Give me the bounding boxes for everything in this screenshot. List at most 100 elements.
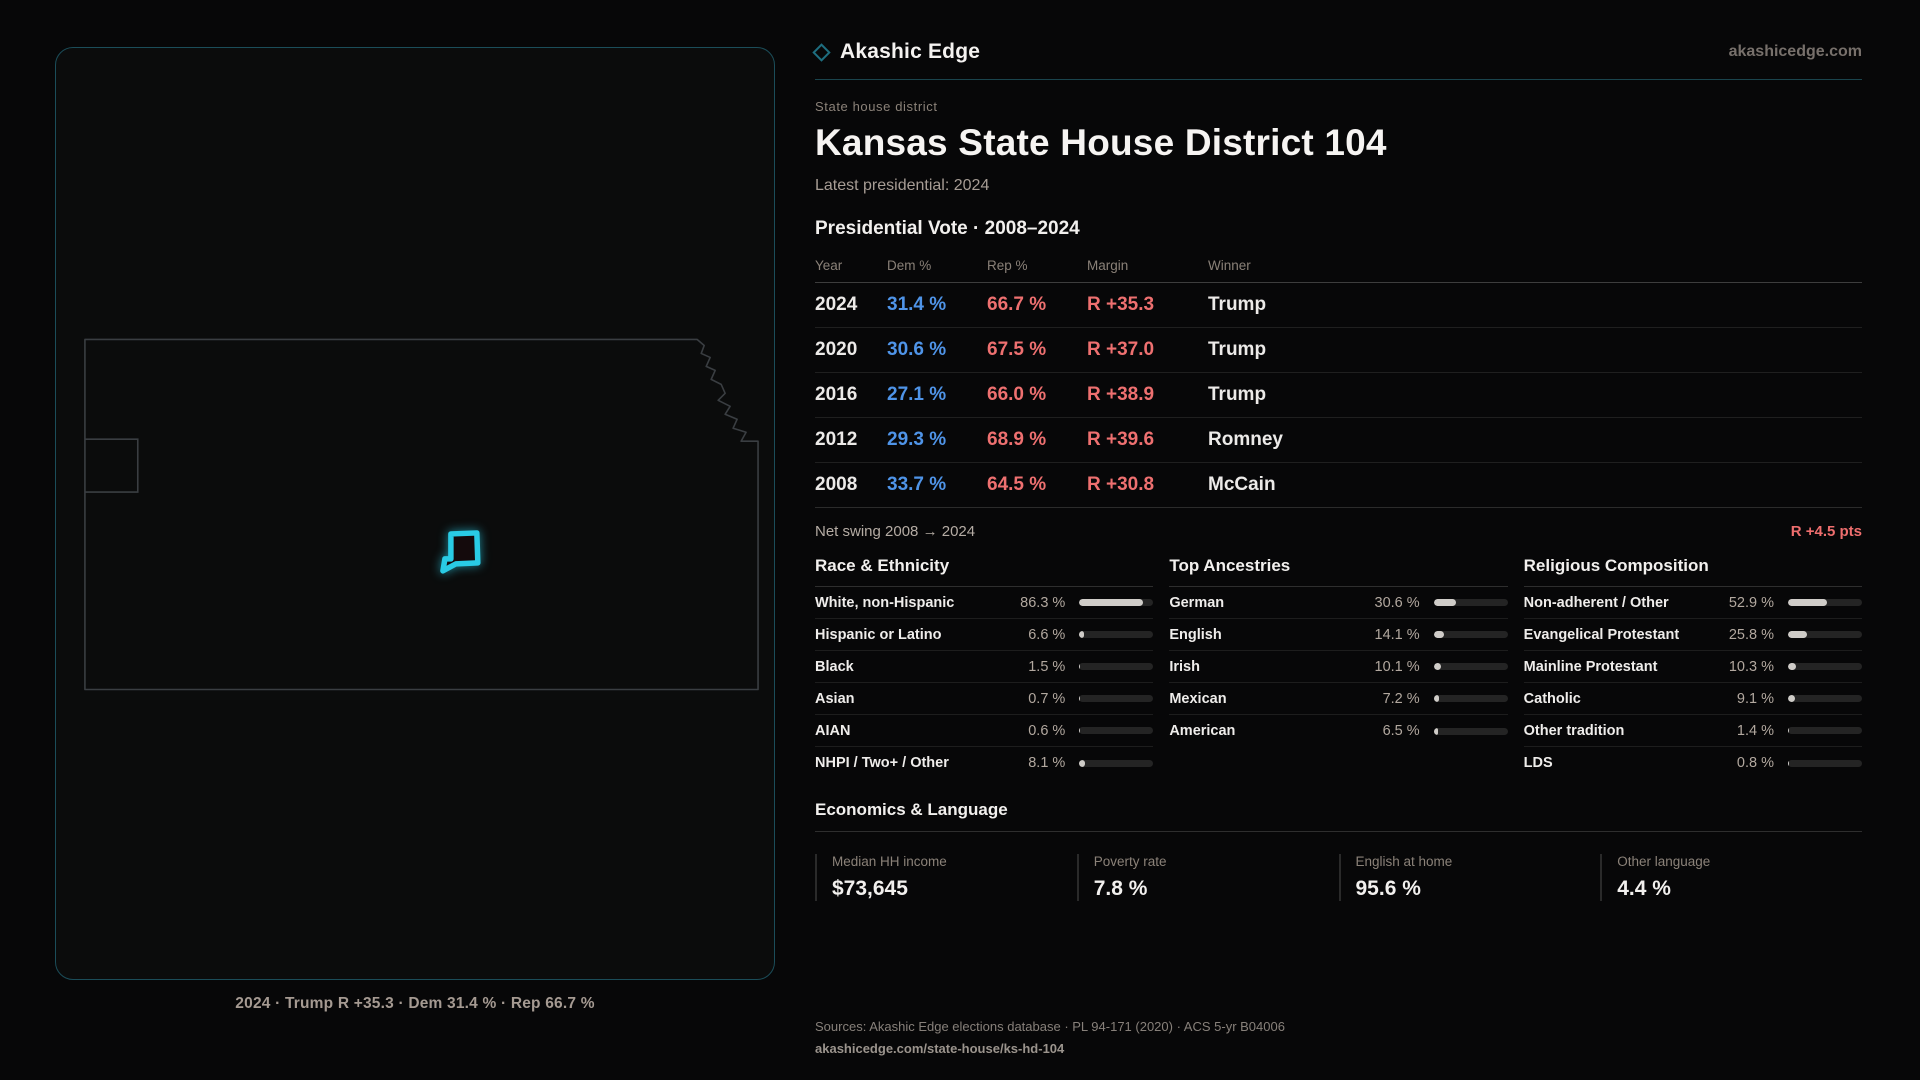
district-detail-panel: Akashic Edge akashicedge.com State house… <box>812 40 1862 1056</box>
demographics-column-title: Race & Ethnicity <box>815 556 1154 587</box>
cell-winner: Romney <box>1208 429 1283 450</box>
demographics-row: Mainline Protestant 10.3 % <box>1523 651 1862 683</box>
demographics-value: 0.6 % <box>1028 722 1066 739</box>
demographics-value: 1.5 % <box>1028 658 1066 675</box>
demographics-row: LDS 0.8 % <box>1524 747 1862 779</box>
vote-table-row: 2024 31.4 % 66.7 % R +35.3 Trump <box>815 283 1862 328</box>
demographics-row: Asian 0.7 % <box>815 683 1154 715</box>
footer: Sources: Akashic Edge elections database… <box>815 1019 1862 1056</box>
economics-stat-card: Poverty rate 7.8 % <box>1076 854 1339 901</box>
demographics-bar-fill <box>1079 631 1085 638</box>
demographics-value: 6.6 % <box>1028 626 1066 643</box>
permalink[interactable]: akashicedge.com/state-house/ks-hd-104 <box>815 1041 1862 1056</box>
cell-year: 2024 <box>815 294 858 315</box>
vote-table-row: 2008 33.7 % 64.5 % R +30.8 McCain <box>815 463 1862 508</box>
demographics-label: Catholic <box>1523 690 1581 707</box>
demographics-bar <box>1079 663 1154 670</box>
demographics-bar <box>1079 695 1154 702</box>
vote-table-row: 2012 29.3 % 68.9 % R +39.6 Romney <box>815 418 1862 463</box>
demographics-bar-fill <box>1079 695 1080 702</box>
cell-year: 2016 <box>815 384 858 405</box>
demographics-bar-fill <box>1079 663 1081 670</box>
economics-stat-value: 7.8 % <box>1093 877 1148 900</box>
demographics-label: LDS <box>1523 755 1553 771</box>
demographics-row: Black 1.5 % <box>815 651 1154 683</box>
cell-rep: 67.5 % <box>987 339 1047 360</box>
col-margin: Margin <box>1087 258 1129 273</box>
brand-domain-link[interactable]: akashicedge.com <box>1729 43 1862 61</box>
map-caption: 2024 · Trump R +35.3 · Dem 31.4 % · Rep … <box>235 995 595 1012</box>
demographics-row: American 6.5 % <box>1169 715 1508 747</box>
sources-line: Sources: Akashic Edge elections database… <box>815 1019 1285 1034</box>
demographics-label: Asian <box>815 690 855 707</box>
demographics-bar-fill <box>1788 631 1808 638</box>
economics-section-title: Economics & Language <box>815 800 1862 832</box>
demographics-row: NHPI / Two+ / Other 8.1 % <box>815 747 1154 779</box>
col-rep: Rep % <box>987 258 1028 273</box>
demographics-bar <box>1433 695 1508 702</box>
demographics-bar-fill <box>1433 631 1445 638</box>
demographics-bar-fill <box>1433 599 1457 606</box>
demographics-label: White, non-Hispanic <box>815 594 955 611</box>
cell-margin: R +30.8 <box>1087 474 1155 495</box>
economics-stat-label: Poverty rate <box>1093 854 1167 869</box>
demographics-bar-fill <box>1079 759 1086 767</box>
demographics-value: 7.2 % <box>1382 690 1420 707</box>
cell-winner: Trump <box>1208 384 1267 405</box>
header-divider <box>815 79 1862 80</box>
economics-stat-value: $73,645 <box>832 877 908 900</box>
economics-stats: Median HH income $73,645 Poverty rate 7.8 %… <box>815 854 1862 901</box>
demographics-value: 86.3 % <box>1020 594 1066 611</box>
vote-table-body: 2024 31.4 % 66.7 % R +35.3 Trump 2020 30.6 % 67… <box>815 283 1862 508</box>
demographics-bar <box>1433 663 1508 670</box>
demographics-row: Evangelical Protestant 25.8 % <box>1523 619 1862 651</box>
demographics-value: 10.3 % <box>1728 658 1774 675</box>
demographics-column: Top Ancestries German 30.6 % English 14.1 % I… <box>1169 556 1508 779</box>
demographics-label: English <box>1169 626 1222 643</box>
demographics-row: Other tradition 1.4 % <box>1523 715 1862 747</box>
kansas-outline <box>84 338 759 691</box>
demographics-row: AIAN 0.6 % <box>815 715 1154 747</box>
demographics-bar <box>1079 599 1154 606</box>
demographics-bar-fill <box>1433 695 1439 702</box>
demographics-row: Catholic 9.1 % <box>1523 683 1862 715</box>
cell-year: 2012 <box>815 429 858 450</box>
demographics-label: German <box>1169 594 1225 611</box>
demographics-bar-fill <box>1788 727 1790 734</box>
district-104-highlight[interactable] <box>440 530 481 574</box>
demographics-value: 6.5 % <box>1382 723 1420 739</box>
cell-margin: R +39.6 <box>1087 429 1155 450</box>
economics-stat-label: English at home <box>1355 854 1453 869</box>
cell-winner: Trump <box>1208 294 1267 315</box>
demographics-value: 1.4 % <box>1736 722 1774 739</box>
demographics-label: Mexican <box>1169 690 1227 707</box>
cell-dem: 29.3 % <box>887 429 947 450</box>
demographics-column-title: Religious Composition <box>1523 556 1862 587</box>
col-dem: Dem % <box>887 258 932 273</box>
brand-name: Akashic Edge <box>840 40 981 63</box>
cell-rep: 66.0 % <box>987 384 1047 405</box>
demographics-label: Evangelical Protestant <box>1523 626 1680 643</box>
demographics-column-title: Top Ancestries <box>1169 556 1508 587</box>
cell-dem: 30.6 % <box>887 339 947 360</box>
demographics-value: 10.1 % <box>1374 658 1420 675</box>
demographics-bar <box>1079 727 1154 734</box>
demographics-row: Mexican 7.2 % <box>1169 683 1508 715</box>
economics-stat-card: Other language 4.4 % <box>1600 854 1862 901</box>
cell-rep: 68.9 % <box>987 429 1047 450</box>
demographics-bar <box>1788 727 1862 734</box>
demographics-label: American <box>1169 723 1236 739</box>
page-title: Kansas State House District 104 <box>815 122 1387 163</box>
demographics-bar <box>1433 631 1508 638</box>
demographics-value: 52.9 % <box>1728 594 1774 611</box>
demographics-row: White, non-Hispanic 86.3 % <box>815 587 1154 619</box>
demographics-value: 0.7 % <box>1028 690 1066 707</box>
diamond-logo-icon <box>812 42 831 62</box>
cell-year: 2008 <box>815 474 858 495</box>
economics-stat-value: 95.6 % <box>1355 877 1421 900</box>
cell-winner: McCain <box>1208 474 1276 495</box>
col-winner: Winner <box>1208 258 1251 273</box>
cell-dem: 31.4 % <box>887 294 947 315</box>
latest-presidential-label: Latest presidential: 2024 <box>815 177 990 194</box>
demographics-bar-fill <box>1079 599 1144 606</box>
